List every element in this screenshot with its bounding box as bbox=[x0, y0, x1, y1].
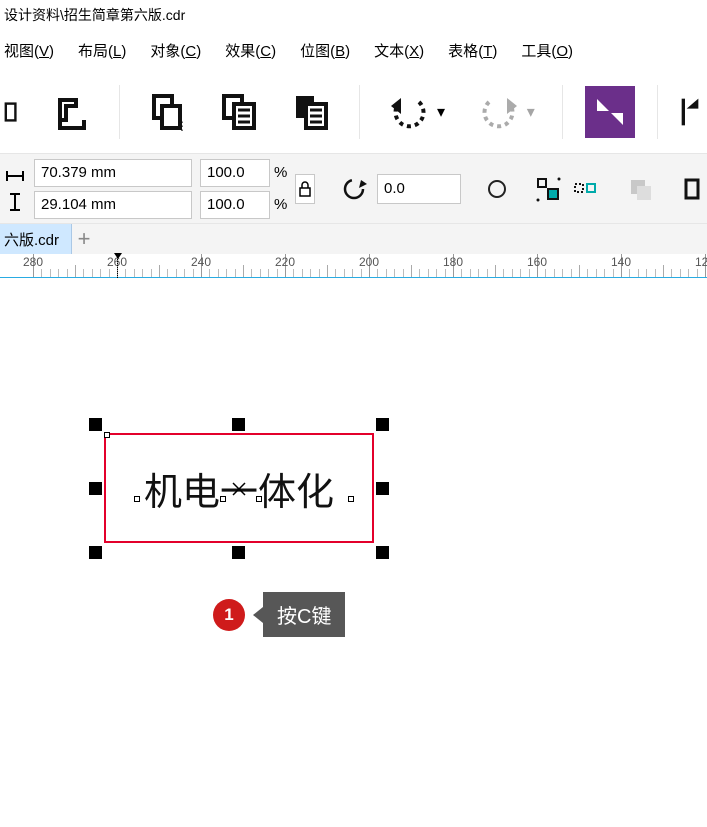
property-bar: % % bbox=[0, 154, 707, 224]
main-toolbar: ⋮ ▾ ▾ bbox=[0, 70, 707, 154]
menu-object[interactable]: 对象(C) bbox=[150, 40, 201, 61]
pct-label: % bbox=[274, 164, 287, 181]
undo-button[interactable]: ▾ bbox=[382, 86, 450, 138]
horizontal-ruler[interactable]: 280260240220200180160140120 bbox=[0, 254, 707, 278]
height-icon bbox=[4, 191, 26, 213]
edge-handle[interactable] bbox=[104, 432, 110, 438]
rotation-input[interactable] bbox=[377, 174, 461, 204]
canvas[interactable]: 机电一体化 1 按C键 bbox=[0, 278, 707, 827]
mirror-h-button[interactable] bbox=[482, 172, 512, 206]
tab-label: 六版.cdr bbox=[4, 229, 59, 250]
width-icon bbox=[4, 165, 26, 187]
menu-table[interactable]: 表格(T) bbox=[448, 40, 497, 61]
chevron-down-icon: ▾ bbox=[437, 102, 445, 122]
menu-bar: 视图(V) 布局(L) 对象(C) 效果(C) 位图(B) 文本(X) 表格(T… bbox=[0, 30, 707, 70]
import-button[interactable] bbox=[680, 86, 701, 138]
toolbar-divider bbox=[359, 85, 360, 139]
add-tab-button[interactable]: + bbox=[72, 224, 104, 254]
instruction-tooltip: 按C键 bbox=[263, 592, 345, 637]
menu-text[interactable]: 文本(X) bbox=[374, 40, 424, 61]
handle-mr[interactable] bbox=[376, 482, 389, 495]
copy-button[interactable]: ⋮ bbox=[142, 86, 192, 138]
edge-handle[interactable] bbox=[348, 496, 354, 502]
toolbar-divider bbox=[119, 85, 120, 139]
toolbar-divider bbox=[657, 85, 658, 139]
scale-inputs: % % bbox=[200, 159, 287, 219]
step-badge: 1 bbox=[213, 599, 245, 631]
align-button[interactable] bbox=[533, 172, 563, 206]
menu-view[interactable]: 视图(V) bbox=[4, 40, 54, 61]
paste-button[interactable] bbox=[215, 86, 265, 138]
step-number: 1 bbox=[224, 605, 233, 625]
document-tab-bar: 六版.cdr + bbox=[0, 224, 707, 254]
ruler-label: 120 bbox=[695, 255, 707, 269]
pct-label: % bbox=[274, 196, 287, 213]
ruler-label: 220 bbox=[275, 255, 295, 269]
menu-tools[interactable]: 工具(O) bbox=[521, 40, 573, 61]
redo-button[interactable]: ▾ bbox=[472, 86, 540, 138]
menu-bitmap[interactable]: 位图(B) bbox=[300, 40, 350, 61]
distribute-button[interactable] bbox=[571, 172, 601, 206]
handle-br[interactable] bbox=[376, 546, 389, 559]
svg-text:⋮: ⋮ bbox=[176, 119, 188, 132]
dimension-icons bbox=[4, 165, 26, 213]
publish-button[interactable] bbox=[585, 86, 635, 138]
ruler-label: 280 bbox=[23, 255, 43, 269]
plus-icon: + bbox=[78, 226, 91, 252]
handle-tm[interactable] bbox=[232, 418, 245, 431]
menu-effect[interactable]: 效果(C) bbox=[225, 40, 276, 61]
width-input[interactable] bbox=[34, 159, 192, 187]
chevron-down-icon: ▾ bbox=[527, 102, 535, 122]
instruction-text: 按C键 bbox=[277, 606, 331, 628]
instruction-callout: 1 按C键 bbox=[213, 592, 345, 637]
ruler-cursor bbox=[117, 254, 118, 277]
edge-handle[interactable] bbox=[220, 496, 226, 502]
handle-ml[interactable] bbox=[89, 482, 102, 495]
document-tab[interactable]: 六版.cdr bbox=[0, 224, 72, 254]
extra-button[interactable] bbox=[677, 172, 707, 206]
export-button[interactable] bbox=[47, 86, 97, 138]
ruler-label: 240 bbox=[191, 255, 211, 269]
title-bar: 设计资料\招生简章第六版.cdr bbox=[0, 0, 707, 30]
order-button[interactable] bbox=[625, 172, 655, 206]
duplicate-button[interactable] bbox=[287, 86, 337, 138]
print-button[interactable] bbox=[0, 86, 25, 138]
center-marker[interactable] bbox=[232, 482, 246, 496]
handle-bm[interactable] bbox=[232, 546, 245, 559]
scale-x-input[interactable] bbox=[200, 159, 270, 187]
lock-icon bbox=[299, 181, 311, 197]
handle-tl[interactable] bbox=[89, 418, 102, 431]
scale-y-input[interactable] bbox=[200, 191, 270, 219]
lock-ratio-button[interactable] bbox=[295, 174, 314, 204]
menu-layout[interactable]: 布局(L) bbox=[78, 40, 126, 61]
handle-bl[interactable] bbox=[89, 546, 102, 559]
rotation-icon bbox=[339, 172, 369, 206]
title-text: 设计资料\招生简章第六版.cdr bbox=[4, 5, 185, 25]
ruler-label: 180 bbox=[443, 255, 463, 269]
edge-handle[interactable] bbox=[256, 496, 262, 502]
ruler-label: 140 bbox=[611, 255, 631, 269]
toolbar-divider bbox=[562, 85, 563, 139]
height-input[interactable] bbox=[34, 191, 192, 219]
edge-handle[interactable] bbox=[134, 496, 140, 502]
ruler-label: 200 bbox=[359, 255, 379, 269]
handle-tr[interactable] bbox=[376, 418, 389, 431]
dimension-inputs bbox=[34, 159, 192, 219]
ruler-label: 160 bbox=[527, 255, 547, 269]
